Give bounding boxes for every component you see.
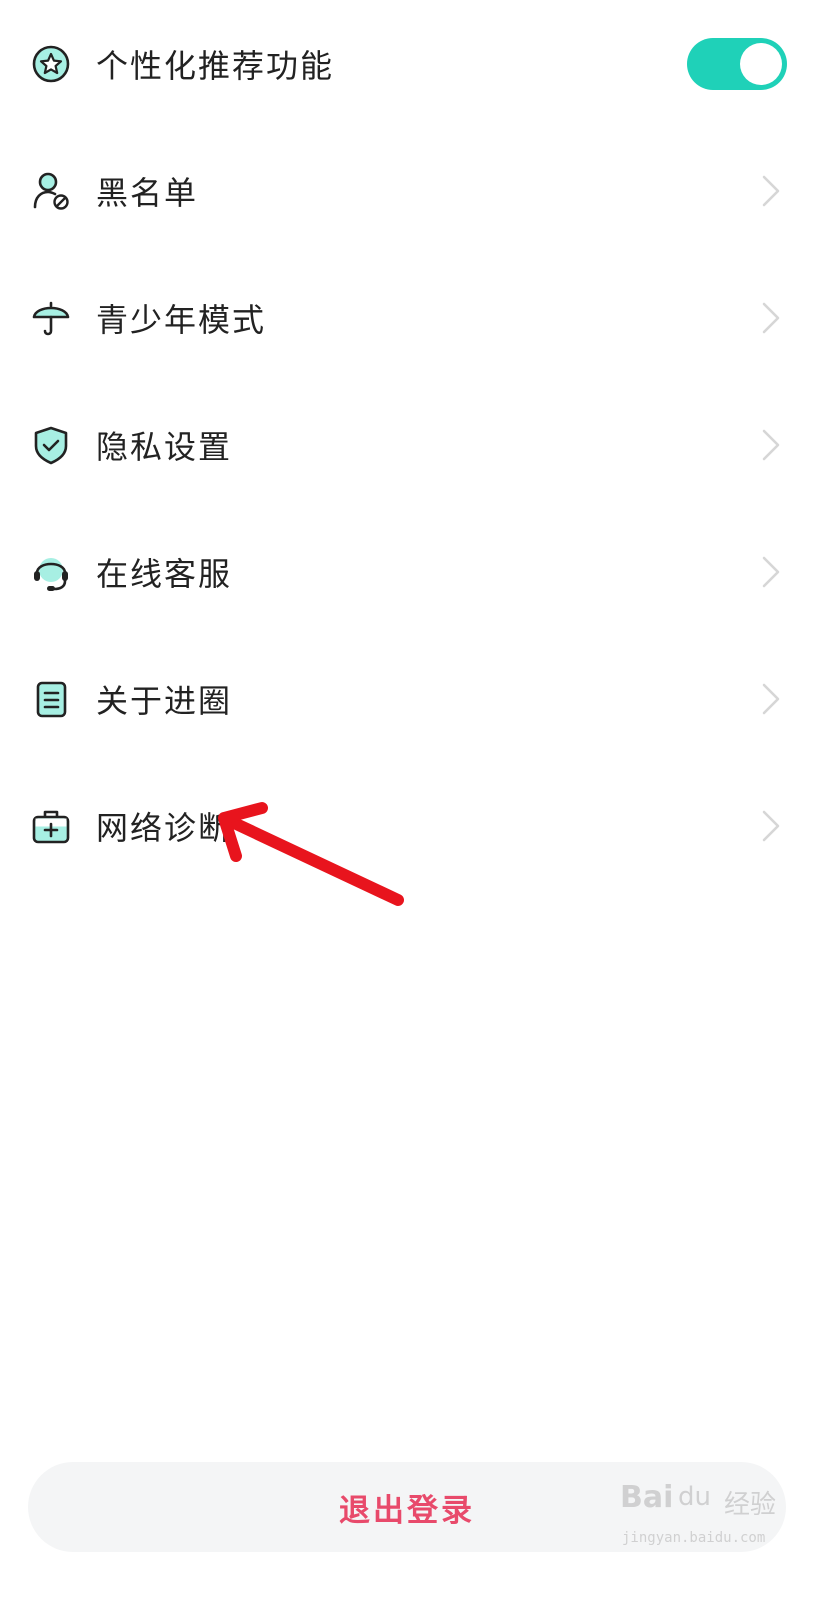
star-circle-icon xyxy=(30,43,72,85)
watermark-brand: Bai xyxy=(620,1480,674,1515)
headset-icon xyxy=(30,551,72,593)
toggle-knob xyxy=(740,43,782,85)
setting-label: 网络诊断 xyxy=(96,809,233,847)
watermark-paw: du xyxy=(678,1482,711,1512)
chevron-right-icon xyxy=(758,552,782,592)
setting-row-privacy[interactable]: 隐私设置 xyxy=(0,385,831,505)
medkit-icon xyxy=(30,805,72,847)
user-block-icon xyxy=(30,170,72,212)
watermark-sub: 经验 xyxy=(724,1490,777,1520)
setting-row-customer-service[interactable]: 在线客服 xyxy=(0,512,831,632)
setting-label: 隐私设置 xyxy=(96,428,233,466)
chevron-right-icon xyxy=(758,679,782,719)
shield-check-icon xyxy=(30,424,72,466)
baidu-watermark: Bai du 经验 jingyan.baidu.com xyxy=(620,1480,810,1560)
setting-row-personalized-recommendation: 个性化推荐功能 xyxy=(0,4,831,124)
chevron-right-icon xyxy=(758,298,782,338)
chevron-right-icon xyxy=(758,806,782,846)
setting-label: 个性化推荐功能 xyxy=(96,47,335,85)
logout-label: 退出登录 xyxy=(339,1492,475,1529)
setting-label: 黑名单 xyxy=(96,174,199,212)
setting-label: 在线客服 xyxy=(96,555,233,593)
setting-row-blacklist[interactable]: 黑名单 xyxy=(0,131,831,251)
chevron-right-icon xyxy=(758,171,782,211)
setting-label: 青少年模式 xyxy=(96,301,267,339)
watermark-url: jingyan.baidu.com xyxy=(622,1530,766,1546)
setting-row-network-diagnosis[interactable]: 网络诊断 xyxy=(0,766,831,886)
setting-row-about[interactable]: 关于进圈 xyxy=(0,639,831,759)
document-icon xyxy=(30,678,72,720)
personalized-recommendation-toggle[interactable] xyxy=(687,38,787,90)
setting-label: 关于进圈 xyxy=(96,682,233,720)
setting-row-teen-mode[interactable]: 青少年模式 xyxy=(0,258,831,378)
umbrella-icon xyxy=(30,297,72,339)
chevron-right-icon xyxy=(758,425,782,465)
